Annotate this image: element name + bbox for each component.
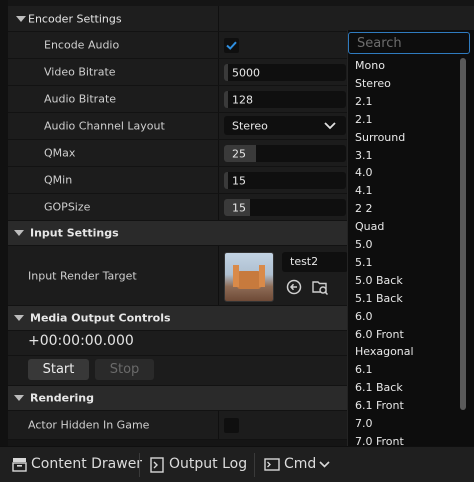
dropdown-scrollbar[interactable] [460,58,466,410]
gopsize-input[interactable]: 15 [224,199,346,216]
search-placeholder: Search [357,36,402,51]
cmd-dropdown-button[interactable]: Cmd [262,447,342,482]
start-button[interactable]: Start [28,359,89,380]
dropdown-option[interactable]: 2.1 [355,113,373,126]
dropdown-option[interactable]: 7.0 [355,417,373,430]
dropdown-option[interactable]: 3.1 [355,149,373,162]
browse-asset-icon[interactable] [311,278,329,296]
gopsize-value: 15 [232,201,246,214]
output-log-button[interactable]: Output Log [148,447,248,482]
toolbar-divider [254,453,255,477]
video-bitrate-label: Video Bitrate [44,65,116,79]
section-title: Input Settings [30,226,119,240]
dropdown-option[interactable]: 5.0 Back [355,274,403,287]
column-separator [218,113,219,139]
audio-bitrate-input[interactable]: 128 [224,91,346,108]
dropdown-option[interactable]: 6.1 Back [355,381,403,394]
video-bitrate-input[interactable]: 5000 [224,64,346,81]
input-render-target-label: Input Render Target [28,269,137,282]
slider-fill [224,64,228,81]
column-separator [218,246,219,305]
toolbar-divider [139,453,140,477]
audio-channel-layout-label: Audio Channel Layout [44,119,165,133]
checkmark-icon [226,41,237,50]
dropdown-option[interactable]: Quad [355,220,384,233]
dropdown-option[interactable]: 4.0 [355,166,373,179]
audio-bitrate-label: Audio Bitrate [44,92,117,106]
section-title: Rendering [30,391,94,405]
section-encoder-settings[interactable]: Encoder Settings [8,6,474,32]
dropdown-search-input[interactable]: Search [348,32,470,54]
use-selected-asset-icon[interactable] [286,279,302,295]
column-separator [218,167,219,193]
stop-button[interactable]: Stop [95,359,154,380]
dropdown-option[interactable]: Hexagonal [355,345,414,358]
collapse-triangle-icon[interactable] [16,15,26,22]
timecode-display: +00:00:00.000 [28,333,134,349]
render-target-name: test2 [290,255,319,268]
render-target-thumbnail[interactable] [224,252,274,302]
collapse-triangle-icon[interactable] [14,315,24,321]
actor-hidden-checkbox[interactable] [224,418,239,433]
thumbnail-chair-shape [237,271,261,289]
dropdown-option[interactable]: 6.1 [355,363,373,376]
slider-fill [224,91,228,108]
chevron-down-icon [319,461,330,468]
dropdown-option[interactable]: 5.0 [355,238,373,251]
encode-audio-checkbox[interactable] [224,38,239,53]
render-target-asset-field[interactable]: test2 [282,252,348,272]
thumbnail-chair-back [233,265,239,287]
section-title: Encoder Settings [28,12,122,25]
bottom-status-bar: Content Drawer Output Log Cmd [0,446,474,482]
encode-audio-label: Encode Audio [44,38,120,52]
column-separator [218,86,219,112]
gopsize-label: GOPSize [44,200,91,214]
collapse-triangle-icon[interactable] [14,395,24,401]
thumbnail-chair-back [259,265,265,287]
column-separator [218,194,219,220]
qmin-label: QMin [44,173,73,187]
actor-hidden-label: Actor Hidden In Game [28,418,150,432]
qmin-input[interactable]: 15 [224,172,346,189]
section-title: Media Output Controls [30,311,171,325]
dropdown-option[interactable]: 6.0 [355,310,373,323]
terminal-icon [264,458,280,471]
column-separator [218,140,219,166]
chevron-down-icon [324,122,336,130]
dropdown-option[interactable]: Stereo [355,77,391,90]
column-separator [218,411,219,439]
content-drawer-button[interactable]: Content Drawer [8,447,142,482]
column-separator [218,59,219,85]
dropdown-option[interactable]: 5.1 Back [355,292,403,305]
output-log-label: Output Log [169,456,248,472]
dropdown-option[interactable]: 6.0 Front [355,328,404,341]
audio-channel-layout-value: Stereo [232,119,268,132]
dropdown-option[interactable]: Surround [355,131,405,144]
slider-fill [224,172,228,189]
column-separator [218,6,219,31]
qmax-label: QMax [44,146,76,160]
content-drawer-icon [12,458,27,472]
left-gutter [0,0,8,446]
qmax-value: 25 [232,147,246,160]
dropdown-option[interactable]: 2 2 [355,202,373,215]
dropdown-option[interactable]: 4.1 [355,184,373,197]
audio-bitrate-value: 128 [232,93,253,106]
dropdown-option[interactable]: 2.1 [355,95,373,108]
dropdown-option[interactable]: 6.1 Front [355,399,404,412]
cmd-label: Cmd [284,456,317,472]
video-bitrate-value: 5000 [232,66,260,79]
column-separator [218,32,219,58]
qmax-input[interactable]: 25 [224,145,346,162]
qmin-value: 15 [232,174,246,187]
audio-channel-layout-dropdown[interactable]: Stereo [224,116,346,135]
dropdown-option[interactable]: Mono [355,59,385,72]
dropdown-option[interactable]: 5.1 [355,256,373,269]
collapse-triangle-icon[interactable] [14,230,24,236]
content-drawer-label: Content Drawer [31,456,143,472]
output-log-icon [150,457,164,473]
